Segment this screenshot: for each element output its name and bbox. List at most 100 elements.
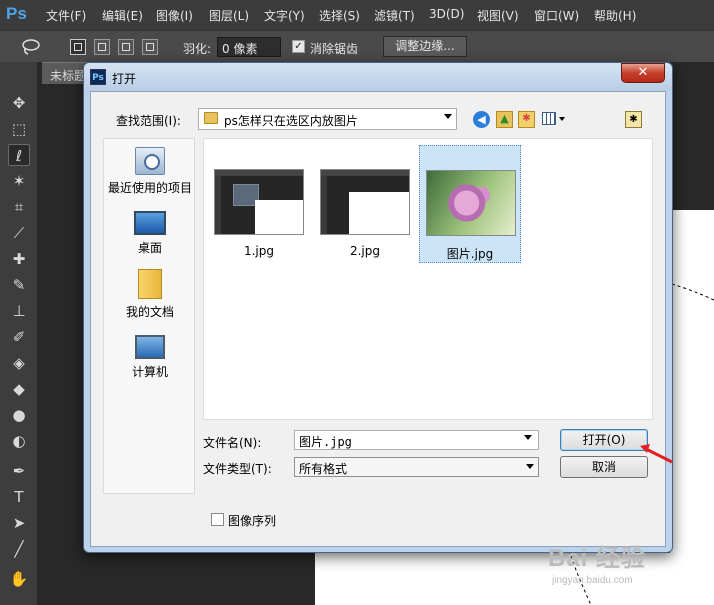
image-sequence-label: 图像序列	[228, 514, 277, 528]
menu-layer[interactable]: 图层(L)	[209, 7, 249, 24]
chevron-down-icon	[526, 464, 534, 469]
photoshop-menubar: Ps 文件(F) 编辑(E) 图像(I) 图层(L) 文字(Y) 选择(S) 滤…	[0, 0, 714, 30]
menu-view[interactable]: 视图(V)	[477, 7, 519, 24]
up-folder-icon[interactable]: ▲	[496, 111, 513, 128]
menu-type[interactable]: 文字(Y)	[264, 7, 305, 24]
clone-stamp-tool-icon[interactable]: ⊥	[8, 300, 30, 322]
crop-tool-icon[interactable]: ⌗	[8, 196, 30, 218]
file-name-input[interactable]: 图片.jpg	[294, 430, 539, 450]
marquee-tool-icon[interactable]: ⬚	[8, 118, 30, 140]
lasso-preset-icon[interactable]	[20, 38, 42, 56]
place-label: 最近使用的项目	[107, 181, 192, 195]
add-selection-button[interactable]	[94, 39, 110, 55]
file-name: 2.jpg	[349, 244, 381, 258]
menu-edit[interactable]: 编辑(E)	[102, 7, 143, 24]
dodge-tool-icon[interactable]: ◐	[8, 430, 30, 452]
dialog-title: 打开	[112, 72, 137, 86]
my-documents-icon	[138, 269, 162, 299]
line-tool-icon[interactable]: ╱	[8, 538, 30, 560]
antialias-checkbox[interactable]: ✓	[292, 40, 305, 53]
subtract-selection-button[interactable]	[118, 39, 134, 55]
brush-tool-icon[interactable]: ✎	[8, 274, 30, 296]
menu-window[interactable]: 窗口(W)	[534, 7, 579, 24]
feather-input[interactable]: 0 像素	[217, 37, 281, 57]
magic-wand-tool-icon[interactable]: ✶	[8, 170, 30, 192]
photoshop-app-icon: Ps	[90, 69, 106, 85]
menu-filter[interactable]: 滤镜(T)	[374, 7, 415, 24]
document-canvas[interactable]	[670, 210, 714, 605]
view-menu-icon[interactable]	[542, 111, 568, 128]
close-icon: ✕	[637, 65, 649, 80]
healing-brush-tool-icon[interactable]: ✚	[8, 248, 30, 270]
file-name: 1.jpg	[243, 244, 275, 258]
file-type-value: 所有格式	[299, 462, 348, 476]
place-desktop[interactable]: 桌面	[104, 211, 196, 256]
red-arrow-annotation	[640, 444, 673, 464]
baidu-watermark-url: jingyan.baidu.com	[552, 575, 633, 586]
file-type-select[interactable]: 所有格式	[294, 457, 539, 477]
selection-marquee	[672, 283, 714, 301]
look-in-value: ps怎样只在选区内放图片	[224, 114, 358, 128]
type-tool-icon[interactable]: T	[8, 486, 30, 508]
dialog-body: 查找范围(I): ps怎样只在选区内放图片 ◀ ▲ ✱ ✱ 最近使用的项目 桌面	[90, 91, 666, 547]
computer-icon	[135, 335, 165, 359]
place-computer[interactable]: 计算机	[104, 335, 196, 380]
baidu-watermark-logo: Bai 经验	[548, 545, 647, 572]
place-my-documents[interactable]: 我的文档	[104, 269, 196, 320]
tools-panel: ✥ ⬚ ℓ ✶ ⌗ ⟋ ✚ ✎ ⊥ ✐ ◈ ◆ ● ◐ ✒ T ➤ ╱ ✋	[0, 62, 38, 605]
dialog-titlebar[interactable]: Ps 打开 ✕	[84, 63, 672, 91]
close-button[interactable]: ✕	[621, 63, 665, 83]
look-in-label: 查找范围(I):	[116, 114, 181, 128]
cancel-button[interactable]: 取消	[560, 456, 648, 478]
intersect-selection-button[interactable]	[142, 39, 158, 55]
file-list[interactable]: 1.jpg 2.jpg 图片.jpg	[203, 138, 653, 420]
chevron-down-icon	[444, 114, 452, 119]
feather-label: 羽化:	[183, 42, 212, 56]
eraser-tool-icon[interactable]: ◈	[8, 352, 30, 374]
path-selection-tool-icon[interactable]: ➤	[8, 512, 30, 534]
file-item-selected[interactable]: 图片.jpg	[419, 145, 521, 263]
new-selection-button[interactable]	[70, 39, 86, 55]
menu-help[interactable]: 帮助(H)	[594, 7, 636, 24]
file-name-label: 文件名(N):	[203, 436, 262, 450]
place-label: 桌面	[137, 241, 162, 255]
file-thumbnail	[426, 170, 516, 236]
file-item[interactable]: 1.jpg	[208, 145, 310, 263]
folder-icon	[204, 112, 218, 124]
place-recent-items[interactable]: 最近使用的项目	[104, 147, 196, 196]
place-label: 我的文档	[125, 305, 174, 319]
menu-file[interactable]: 文件(F)	[46, 7, 86, 24]
pen-tool-icon[interactable]: ✒	[8, 460, 30, 482]
menu-3d[interactable]: 3D(D)	[429, 7, 464, 21]
recent-items-icon	[135, 147, 165, 175]
eyedropper-tool-icon[interactable]: ⟋	[8, 222, 30, 244]
refine-edge-button[interactable]: 调整边缘...	[383, 36, 467, 57]
image-sequence-checkbox[interactable]	[211, 513, 224, 526]
history-brush-tool-icon[interactable]: ✐	[8, 326, 30, 348]
open-dialog: Ps 打开 ✕ 查找范围(I): ps怎样只在选区内放图片 ◀ ▲ ✱ ✱ 最近…	[83, 62, 673, 553]
hand-tool-icon[interactable]: ✋	[8, 568, 30, 590]
blur-tool-icon[interactable]: ●	[8, 404, 30, 426]
antialias-label: 消除锯齿	[310, 42, 359, 56]
photoshop-logo: Ps	[6, 4, 27, 23]
new-folder-icon[interactable]: ✱	[518, 111, 535, 128]
options-bar: 羽化: 0 像素 ✓ 消除锯齿 调整边缘...	[0, 30, 714, 62]
paint-bucket-tool-icon[interactable]: ◆	[8, 378, 30, 400]
place-label: 计算机	[131, 365, 168, 379]
look-in-select[interactable]: ps怎样只在选区内放图片	[198, 108, 457, 130]
file-type-label: 文件类型(T):	[203, 462, 272, 476]
move-tool-icon[interactable]: ✥	[8, 92, 30, 114]
lasso-tool-icon[interactable]: ℓ	[8, 144, 30, 166]
bridge-icon[interactable]: ✱	[625, 111, 642, 128]
chevron-down-icon[interactable]	[524, 435, 532, 440]
menu-image[interactable]: 图像(I)	[156, 7, 193, 24]
places-bar: 最近使用的项目 桌面 我的文档 计算机	[103, 138, 195, 494]
document-canvas-bottom[interactable]	[315, 553, 714, 605]
file-item[interactable]: 2.jpg	[314, 145, 416, 263]
menu-select[interactable]: 选择(S)	[319, 7, 360, 24]
open-button[interactable]: 打开(O)	[560, 429, 648, 451]
file-thumbnail	[214, 169, 304, 235]
back-arrow-icon[interactable]: ◀	[473, 111, 490, 128]
file-thumbnail	[320, 169, 410, 235]
file-name: 图片.jpg	[446, 247, 494, 261]
